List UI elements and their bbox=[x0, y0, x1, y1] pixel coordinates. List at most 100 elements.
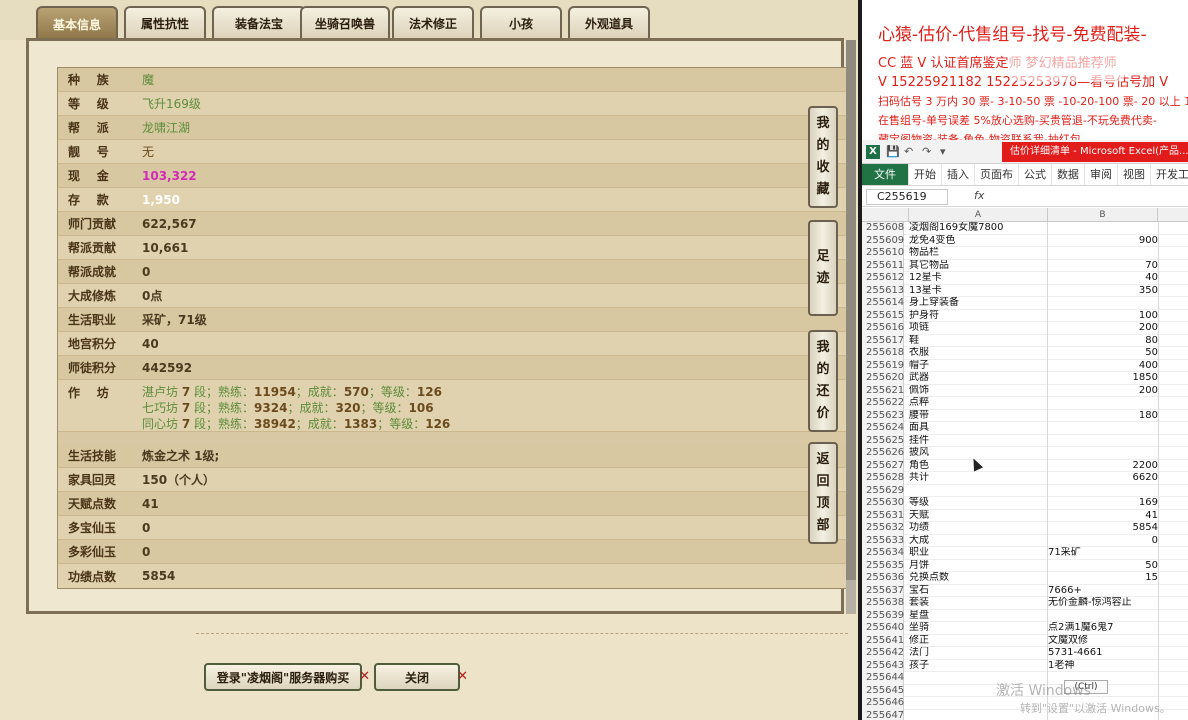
cell-a[interactable]: 月饼 bbox=[909, 560, 1047, 573]
sheet-row[interactable]: 255610 物品栏 bbox=[862, 247, 1188, 260]
cell-a[interactable]: 13星卡 bbox=[909, 285, 1047, 298]
row-number[interactable]: 255622 bbox=[862, 397, 904, 410]
sheet-row[interactable]: 255615 护身符 100 bbox=[862, 309, 1188, 322]
ribbon-tab-review[interactable]: 审阅 bbox=[1085, 164, 1118, 185]
sheet-row[interactable]: 255617 鞋 80 bbox=[862, 334, 1188, 348]
row-number[interactable]: 255632 bbox=[862, 522, 904, 535]
name-box[interactable]: C255619 bbox=[866, 189, 948, 205]
sheet-row[interactable]: 255609 龙免4变色 900 bbox=[862, 234, 1188, 248]
my-favorites-button[interactable]: 我 的 收 藏 bbox=[808, 106, 838, 208]
cell-a[interactable]: 其它物品 bbox=[909, 260, 1047, 273]
cell-b[interactable]: 文魔双修 bbox=[1048, 635, 1158, 648]
row-number[interactable]: 255613 bbox=[862, 284, 904, 297]
row-number[interactable]: 255641 bbox=[862, 634, 904, 647]
row-number[interactable]: 255643 bbox=[862, 659, 904, 672]
row-number[interactable]: 255624 bbox=[862, 422, 904, 435]
cell-a[interactable]: 挂件 bbox=[909, 435, 1047, 448]
ribbon-tab-home[interactable]: 开始 bbox=[909, 164, 942, 185]
cell-b[interactable]: 180 bbox=[1048, 410, 1158, 423]
sheet-row[interactable]: 255637 宝石 7666+ bbox=[862, 584, 1188, 598]
tab-spell-correction[interactable]: 法术修正 bbox=[392, 6, 474, 38]
row-number[interactable]: 255645 bbox=[862, 684, 904, 697]
redo-icon[interactable]: ↷ bbox=[922, 145, 931, 158]
cell-b[interactable]: 71采矿 bbox=[1048, 547, 1158, 560]
tab-equipment[interactable]: 装备法宝 bbox=[212, 6, 306, 38]
select-all-corner[interactable] bbox=[862, 208, 909, 222]
sheet-row[interactable]: 255641 修正 文魔双修 bbox=[862, 634, 1188, 648]
cell-a[interactable]: 修正 bbox=[909, 635, 1047, 648]
cell-a[interactable]: 宝石 bbox=[909, 585, 1047, 598]
cell-a[interactable]: 套装 bbox=[909, 597, 1047, 610]
row-number[interactable]: 255615 bbox=[862, 309, 904, 322]
cell-a[interactable]: 腰带 bbox=[909, 410, 1047, 423]
quick-access-dropdown-icon[interactable]: ▾ bbox=[940, 145, 946, 158]
sheet-row[interactable]: 255642 法门 5731-4661 bbox=[862, 647, 1188, 660]
save-icon[interactable]: 💾 bbox=[886, 145, 900, 158]
cell-a[interactable]: 物品栏 bbox=[909, 247, 1047, 260]
cell-a[interactable]: 龙免4变色 bbox=[909, 235, 1047, 248]
cell-b[interactable]: 50 bbox=[1048, 560, 1158, 573]
row-number[interactable]: 255637 bbox=[862, 584, 904, 597]
cell-b[interactable]: 40 bbox=[1048, 272, 1158, 285]
row-number[interactable]: 255633 bbox=[862, 534, 904, 547]
sheet-row[interactable]: 255614 身上穿装备 bbox=[862, 297, 1188, 310]
cell-b[interactable]: 7666+ bbox=[1048, 585, 1158, 598]
row-number[interactable]: 255623 bbox=[862, 409, 904, 422]
cell-b[interactable]: 41 bbox=[1048, 510, 1158, 523]
tab-appearance[interactable]: 外观道具 bbox=[568, 6, 650, 38]
cell-b[interactable]: 无价金麟-惊鸿容止 bbox=[1048, 597, 1158, 610]
row-number[interactable]: 255614 bbox=[862, 297, 904, 310]
row-number[interactable]: 255620 bbox=[862, 372, 904, 385]
ribbon-tab-file[interactable]: 文件 bbox=[862, 164, 909, 185]
cell-b[interactable]: 15 bbox=[1048, 572, 1158, 585]
row-number[interactable]: 255639 bbox=[862, 609, 904, 622]
row-number[interactable]: 255618 bbox=[862, 347, 904, 360]
cell-a[interactable]: 项链 bbox=[909, 322, 1047, 335]
column-header-a[interactable]: A bbox=[909, 208, 1048, 222]
cell-b[interactable]: 6620 bbox=[1048, 472, 1158, 485]
cell-a[interactable]: 坐骑 bbox=[909, 622, 1047, 635]
cell-b[interactable]: 400 bbox=[1048, 360, 1158, 373]
ribbon-tab-insert[interactable]: 插入 bbox=[942, 164, 975, 185]
ribbon-tab-data[interactable]: 数据 bbox=[1052, 164, 1085, 185]
cell-a[interactable]: 武器 bbox=[909, 372, 1047, 385]
sheet-row[interactable]: 255619 帽子 400 bbox=[862, 359, 1188, 373]
row-number[interactable]: 255630 bbox=[862, 497, 904, 510]
sheet-row[interactable]: 255630 等级 169 bbox=[862, 497, 1188, 510]
cell-b[interactable]: 0 bbox=[1048, 535, 1158, 548]
sheet-row[interactable]: 255613 13星卡 350 bbox=[862, 284, 1188, 298]
row-number[interactable]: 255626 bbox=[862, 447, 904, 460]
sheet-row[interactable]: 255624 面具 bbox=[862, 422, 1188, 435]
row-number[interactable]: 255608 bbox=[862, 222, 904, 235]
row-number[interactable]: 255617 bbox=[862, 334, 904, 347]
sheet-row[interactable]: 255612 12星卡 40 bbox=[862, 272, 1188, 285]
cell-b[interactable]: 80 bbox=[1048, 335, 1158, 348]
row-number[interactable]: 255610 bbox=[862, 247, 904, 260]
ribbon-tab-view[interactable]: 视图 bbox=[1118, 164, 1151, 185]
my-offers-button[interactable]: 我 的 还 价 bbox=[808, 330, 838, 432]
row-number[interactable]: 255644 bbox=[862, 672, 904, 685]
cell-a[interactable]: 孩子 bbox=[909, 660, 1047, 673]
cell-b[interactable]: 200 bbox=[1048, 322, 1158, 335]
cell-b[interactable]: 50 bbox=[1048, 347, 1158, 360]
row-number[interactable]: 255616 bbox=[862, 322, 904, 335]
back-to-top-button[interactable]: 返 回 顶 部 bbox=[808, 442, 838, 544]
footprints-button[interactable]: 足 迹 bbox=[808, 220, 838, 316]
sheet-row[interactable]: 255626 披风 bbox=[862, 447, 1188, 460]
sheet-row[interactable]: 255633 大成 0 bbox=[862, 534, 1188, 548]
row-number[interactable]: 255636 bbox=[862, 572, 904, 585]
cell-a[interactable]: 衣服 bbox=[909, 347, 1047, 360]
row-number[interactable]: 255647 bbox=[862, 709, 904, 720]
ribbon-tab-developer[interactable]: 开发工 bbox=[1151, 164, 1188, 185]
sheet-row[interactable]: 255631 天赋 41 bbox=[862, 509, 1188, 523]
cell-b[interactable]: 1850 bbox=[1048, 372, 1158, 385]
sheet-row[interactable]: 255638 套装 无价金麟-惊鸿容止 bbox=[862, 597, 1188, 610]
cell-a[interactable]: 共计 bbox=[909, 472, 1047, 485]
cell-b[interactable]: 1老神 bbox=[1048, 660, 1158, 673]
cell-a[interactable]: 法门 bbox=[909, 647, 1047, 660]
cell-a[interactable]: 鞋 bbox=[909, 335, 1047, 348]
tab-children[interactable]: 小孩 bbox=[480, 6, 562, 38]
tab-mounts-pets[interactable]: 坐骑召唤兽 bbox=[300, 6, 390, 38]
cell-b[interactable]: 900 bbox=[1048, 235, 1158, 248]
cell-b[interactable]: 5731-4661 bbox=[1048, 647, 1158, 660]
